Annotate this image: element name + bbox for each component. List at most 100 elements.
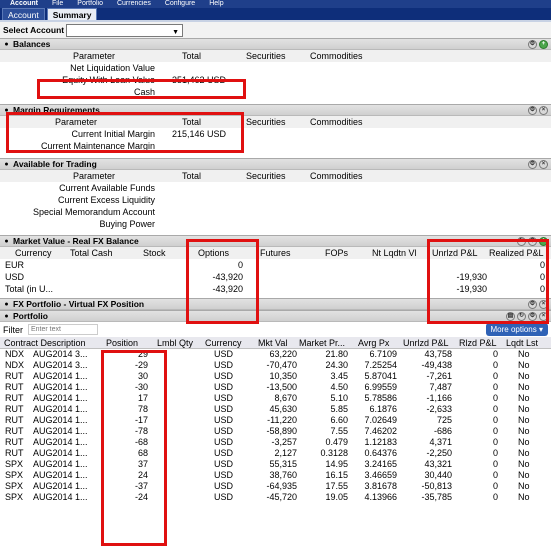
table-row[interactable]: RUT AUG2014 1... 68 USD 2,127 0.3128 0.64376 -2… [0, 448, 551, 459]
refresh-icon[interactable]: ↻ [517, 312, 526, 321]
tab-bar: Account Summary [0, 8, 551, 22]
table-row[interactable]: RUT AUG2014 1... -78 USD -58,890 7.55 7.46202 -… [0, 426, 551, 437]
collapse-icon[interactable]: ● [2, 301, 11, 308]
market-price-cell: 5.10 [330, 393, 348, 403]
add-icon[interactable]: + [539, 237, 548, 246]
table-row[interactable]: SPX AUG2014 1... -37 USD -64,935 17.55 3.81678… [0, 481, 551, 492]
avrg-px-cell: 5.87041 [364, 371, 397, 381]
param-label: Special Memorandum Account [32, 207, 155, 217]
table-row[interactable]: RUT AUG2014 1... 17 USD 8,670 5.10 5.78586 -1,1… [0, 393, 551, 404]
table-row[interactable]: RUT AUG2014 1... -17 USD -11,220 6.60 7.02649 7… [0, 415, 551, 426]
currency-cell: EUR [5, 260, 25, 270]
unrlzd-pl-cell: 43,758 [424, 349, 452, 359]
document-icon[interactable]: ▤ [506, 312, 515, 321]
collapse-icon[interactable]: ● [2, 313, 11, 320]
lqdt-lst-cell: No [518, 492, 530, 502]
config-icon[interactable]: ⚙ [528, 40, 537, 49]
market-price-cell: 0.3128 [320, 448, 348, 458]
close-icon[interactable]: × [539, 300, 548, 309]
contract-expiry: AUG2014 1... [33, 459, 88, 469]
close-icon[interactable]: × [539, 312, 548, 321]
col-avrg-px[interactable]: Avrg Px [358, 337, 389, 349]
lqdt-lst-cell: No [518, 382, 530, 392]
contract-symbol: RUT [5, 415, 24, 425]
table-row[interactable]: SPX AUG2014 1... 37 USD 55,315 14.95 3.24165 43… [0, 459, 551, 470]
contract-expiry: AUG2014 1... [33, 448, 88, 458]
trading-header[interactable]: ● Available for Trading ⚙ × [0, 158, 551, 170]
currency-cell: USD [214, 437, 234, 447]
add-icon[interactable]: + [539, 40, 548, 49]
col-market-price[interactable]: Market Pr... [299, 337, 345, 349]
table-row[interactable]: NDX AUG2014 3... -29 USD -70,470 24.30 7.25254… [0, 360, 551, 371]
title-bar: Account File Portfolio Currencies Config… [0, 0, 551, 8]
col-currency[interactable]: Currency [205, 337, 242, 349]
param-label: Current Initial Margin [71, 129, 155, 139]
margin-header[interactable]: ● Margin Requirements ⚙ × [0, 104, 551, 116]
contract-expiry: AUG2014 1... [33, 404, 88, 414]
close-icon[interactable]: × [539, 160, 548, 169]
close-icon[interactable]: × [539, 106, 548, 115]
menu-file[interactable]: File [52, 0, 63, 8]
col-unrlzd-pl[interactable]: Unrlzd P&L [403, 337, 449, 349]
config-icon[interactable]: ⚙ [528, 237, 537, 246]
currency-cell: USD [214, 481, 234, 491]
currency-cell: USD [214, 349, 234, 359]
collapse-icon[interactable]: ● [2, 41, 11, 48]
more-options-button[interactable]: More options ▾ [485, 323, 548, 336]
tab-summary[interactable]: Summary [46, 8, 98, 20]
col-total: Total [182, 51, 202, 61]
table-row[interactable]: RUT AUG2014 1... 30 USD 10,350 3.45 5.87041 -7,… [0, 371, 551, 382]
col-rlzd-pl[interactable]: Rlzd P&L [459, 337, 497, 349]
market-price-cell: 24.30 [325, 360, 348, 370]
portfolio-header[interactable]: ● Portfolio ▤ ↻ ⚙ × [0, 310, 551, 322]
collapse-icon[interactable]: ● [2, 107, 11, 114]
menu-currencies[interactable]: Currencies [117, 0, 151, 8]
options-cell: -43,920 [212, 284, 243, 294]
account-select[interactable]: ▼ [66, 23, 184, 37]
table-row[interactable]: RUT AUG2014 1... -30 USD -13,500 4.50 6.99559 7… [0, 382, 551, 393]
fx-portfolio-header[interactable]: ● FX Portfolio - Virtual FX Position ⚙ × [0, 298, 551, 310]
tab-account[interactable]: Account [2, 8, 45, 20]
currency-cell: USD [214, 360, 234, 370]
table-row[interactable]: SPX AUG2014 1... 24 USD 38,760 16.15 3.46659 30… [0, 470, 551, 481]
table-row[interactable]: RUT AUG2014 1... -68 USD -3,257 0.479 1.12183 4… [0, 437, 551, 448]
realized-cell: 0 [539, 272, 545, 282]
refresh-icon[interactable]: ↻ [517, 237, 526, 246]
avrg-px-cell: 4.13966 [364, 492, 397, 502]
col-lqdt-lst[interactable]: Lqdt Lst [506, 337, 538, 349]
col-parameter: Parameter [55, 117, 98, 127]
filter-input[interactable] [28, 324, 98, 335]
lqdt-lst-cell: No [518, 404, 530, 414]
config-icon[interactable]: ⚙ [528, 160, 537, 169]
col-position[interactable]: Position [106, 337, 138, 349]
col-contract-description[interactable]: Contract Description [4, 337, 86, 349]
balances-title: Balances [13, 39, 51, 49]
table-row[interactable]: SPX AUG2014 1... -24 USD -45,720 19.05 4.13966… [0, 492, 551, 503]
config-icon[interactable]: ⚙ [528, 312, 537, 321]
config-icon[interactable]: ⚙ [528, 106, 537, 115]
mkt-val-cell: -70,470 [266, 360, 297, 370]
table-row[interactable]: RUT AUG2014 1... 78 USD 45,630 5.85 6.1876 -2,6… [0, 404, 551, 415]
col-lmbl-qty[interactable]: Lmbl Qty [157, 337, 193, 349]
rlzd-pl-cell: 0 [492, 415, 498, 425]
avrg-px-cell: 7.46202 [364, 426, 397, 436]
menu-portfolio[interactable]: Portfolio [77, 0, 103, 8]
config-icon[interactable]: ⚙ [528, 300, 537, 309]
unrlzd-pl-cell: -2,250 [426, 448, 452, 458]
col-mkt-val[interactable]: Mkt Val [258, 337, 287, 349]
lqdt-lst-cell: No [518, 426, 530, 436]
balances-header[interactable]: ● Balances ⚙ + [0, 38, 551, 50]
realized-cell: 0 [539, 284, 545, 294]
balance-row: Cash [0, 86, 551, 98]
collapse-icon[interactable]: ● [2, 161, 11, 168]
menu-configure[interactable]: Configure [165, 0, 195, 8]
contract-symbol: RUT [5, 448, 24, 458]
portfolio-column-header: Contract Description Position Lmbl Qty C… [0, 337, 551, 349]
collapse-icon[interactable]: ● [2, 238, 11, 245]
table-row[interactable]: NDX AUG2014 3... 29 USD 63,220 21.80 6.7109 43,… [0, 349, 551, 360]
market-value-header[interactable]: ● Market Value - Real FX Balance ↻ ⚙ + [0, 235, 551, 247]
position-cell: -29 [134, 360, 148, 370]
lqdt-lst-cell: No [518, 448, 530, 458]
balances-column-header: Parameter Total Securities Commodities [0, 50, 551, 62]
menu-help[interactable]: Help [209, 0, 223, 8]
